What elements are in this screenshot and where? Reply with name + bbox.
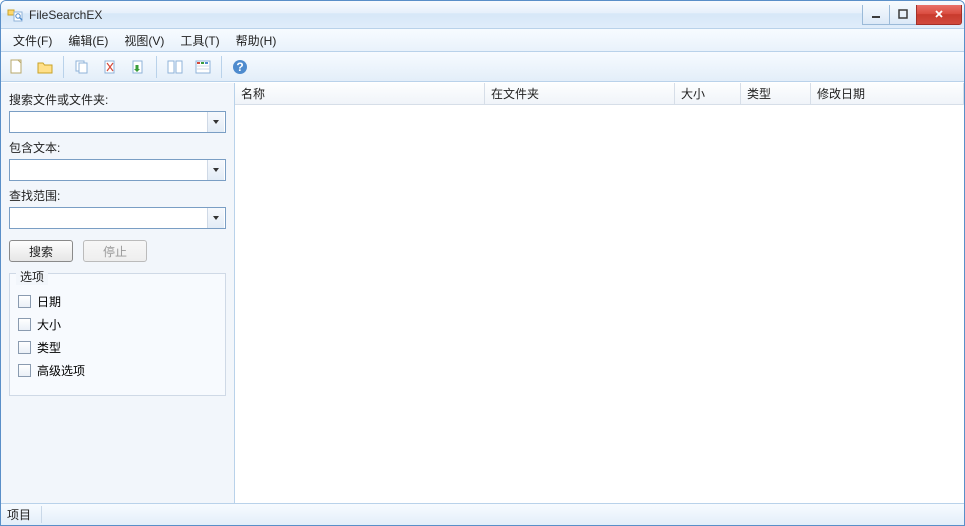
toolbar-separator xyxy=(221,56,222,78)
column-headers: 名称 在文件夹 大小 类型 修改日期 xyxy=(235,83,964,105)
statusbar: 项目 xyxy=(1,503,964,525)
search-files-label: 搜索文件或文件夹: xyxy=(9,91,226,108)
checkbox-icon[interactable] xyxy=(18,364,31,377)
toolbar-separator xyxy=(156,56,157,78)
client-area: 搜索文件或文件夹: 包含文本: 查找范围: 搜索 停止 选项 xyxy=(1,82,964,503)
dropdown-icon[interactable] xyxy=(207,208,224,228)
option-date[interactable]: 日期 xyxy=(18,293,217,310)
titlebar: FileSearchEX xyxy=(1,1,964,29)
option-date-label: 日期 xyxy=(37,293,61,310)
search-files-input[interactable] xyxy=(10,112,207,132)
menu-view[interactable]: 视图(V) xyxy=(116,29,172,52)
results-pane: 名称 在文件夹 大小 类型 修改日期 xyxy=(235,83,964,503)
status-items: 项目 xyxy=(7,506,42,523)
option-type[interactable]: 类型 xyxy=(18,339,217,356)
close-button[interactable] xyxy=(916,5,962,25)
view-panes-icon[interactable] xyxy=(163,55,187,79)
toolbar: ? xyxy=(1,52,964,82)
app-window: FileSearchEX 文件(F) 编辑(E) 视图(V) 工具(T) 帮助(… xyxy=(0,0,965,526)
look-in-input[interactable] xyxy=(10,208,207,228)
col-folder[interactable]: 在文件夹 xyxy=(485,83,675,104)
search-panel: 搜索文件或文件夹: 包含文本: 查找范围: 搜索 停止 选项 xyxy=(1,83,235,503)
contains-text-label: 包含文本: xyxy=(9,139,226,156)
options-title: 选项 xyxy=(16,268,48,285)
option-advanced-label: 高级选项 xyxy=(37,362,85,379)
checkbox-icon[interactable] xyxy=(18,318,31,331)
option-advanced[interactable]: 高级选项 xyxy=(18,362,217,379)
option-size-label: 大小 xyxy=(37,316,61,333)
new-search-icon[interactable] xyxy=(5,55,29,79)
view-details-icon[interactable] xyxy=(191,55,215,79)
menubar: 文件(F) 编辑(E) 视图(V) 工具(T) 帮助(H) xyxy=(1,29,964,52)
col-name[interactable]: 名称 xyxy=(235,83,485,104)
dropdown-icon[interactable] xyxy=(207,160,224,180)
copy-icon[interactable] xyxy=(70,55,94,79)
help-icon[interactable]: ? xyxy=(228,55,252,79)
export-icon[interactable] xyxy=(126,55,150,79)
window-title: FileSearchEX xyxy=(29,8,863,22)
svg-text:?: ? xyxy=(236,60,243,74)
window-buttons xyxy=(863,5,962,25)
button-row: 搜索 停止 xyxy=(9,240,226,262)
options-group: 选项 日期 大小 类型 高级 xyxy=(9,273,226,396)
app-icon xyxy=(7,7,23,23)
maximize-button[interactable] xyxy=(889,5,917,25)
menu-file[interactable]: 文件(F) xyxy=(5,29,60,52)
search-files-combo[interactable] xyxy=(9,111,226,133)
minimize-button[interactable] xyxy=(862,5,890,25)
results-body[interactable] xyxy=(235,105,964,503)
search-button[interactable]: 搜索 xyxy=(9,240,73,262)
option-size[interactable]: 大小 xyxy=(18,316,217,333)
checkbox-icon[interactable] xyxy=(18,295,31,308)
stop-button[interactable]: 停止 xyxy=(83,240,147,262)
menu-edit[interactable]: 编辑(E) xyxy=(60,29,116,52)
checkbox-icon[interactable] xyxy=(18,341,31,354)
look-in-label: 查找范围: xyxy=(9,187,226,204)
col-size[interactable]: 大小 xyxy=(675,83,741,104)
dropdown-icon[interactable] xyxy=(207,112,224,132)
delete-icon[interactable] xyxy=(98,55,122,79)
contains-text-input[interactable] xyxy=(10,160,207,180)
menu-tools[interactable]: 工具(T) xyxy=(172,29,227,52)
col-modified[interactable]: 修改日期 xyxy=(811,83,964,104)
col-type[interactable]: 类型 xyxy=(741,83,811,104)
toolbar-separator xyxy=(63,56,64,78)
menu-help[interactable]: 帮助(H) xyxy=(228,29,285,52)
look-in-combo[interactable] xyxy=(9,207,226,229)
open-folder-icon[interactable] xyxy=(33,55,57,79)
contains-text-combo[interactable] xyxy=(9,159,226,181)
option-type-label: 类型 xyxy=(37,339,61,356)
